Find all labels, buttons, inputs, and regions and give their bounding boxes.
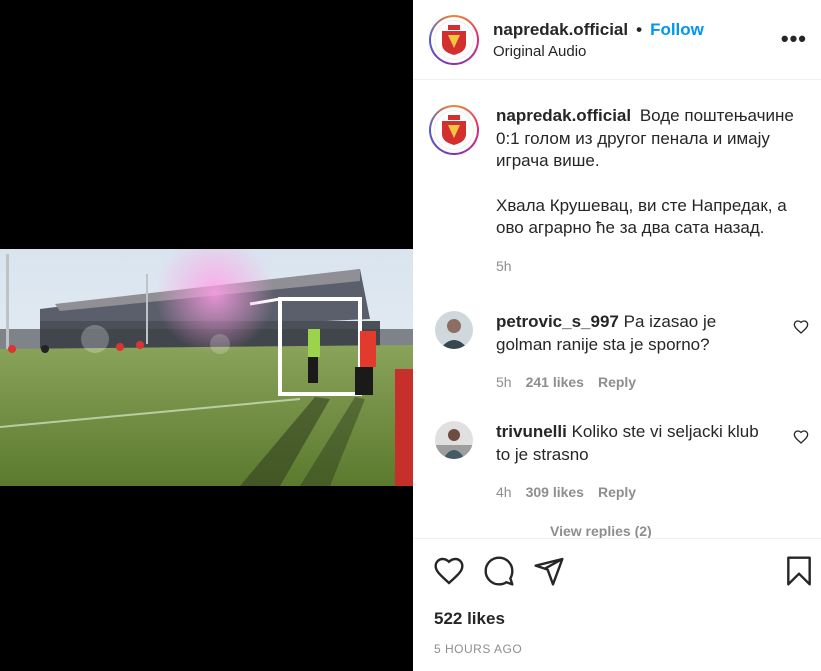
- reply-button[interactable]: Reply: [598, 371, 636, 394]
- like-comment-icon[interactable]: [793, 319, 809, 335]
- comment-time[interactable]: 4h: [496, 481, 512, 504]
- comment-likes[interactable]: 241 likes: [526, 371, 584, 394]
- comment-username[interactable]: trivunelli: [496, 422, 567, 441]
- like-comment-icon[interactable]: [793, 429, 809, 445]
- separator-dot: •: [636, 19, 643, 39]
- post-actions: 522 likes 5 HOURS AGO: [413, 538, 821, 671]
- caption-text-2: Хвала Крушевац, ви сте Напредак, а ово а…: [496, 195, 787, 238]
- post-header: napredak.official • Follow Original Audi…: [413, 0, 821, 80]
- club-crest-icon: [442, 24, 466, 55]
- comment-likes[interactable]: 309 likes: [526, 481, 584, 504]
- comment-icon[interactable]: [483, 555, 515, 587]
- comment-time[interactable]: 5h: [496, 371, 512, 394]
- video-frame[interactable]: [0, 249, 413, 486]
- account-avatar[interactable]: [429, 14, 479, 65]
- more-options-icon[interactable]: •••: [781, 26, 807, 52]
- comment-username[interactable]: petrovic_s_997: [496, 312, 619, 331]
- caption: napredak.official Воде поштењачине 0:1 г…: [429, 105, 809, 277]
- comment-item: trivunelli Koliko ste vi seljacki klub t…: [435, 421, 815, 504]
- post-time[interactable]: 5 HOURS AGO: [434, 642, 522, 656]
- view-replies-button[interactable]: View replies (2): [550, 523, 652, 538]
- comment-item: petrovic_s_997 Pa izasao je golman ranij…: [435, 311, 815, 394]
- like-icon[interactable]: [433, 555, 465, 587]
- reply-button[interactable]: Reply: [598, 481, 636, 504]
- post-panel: napredak.official • Follow Original Audi…: [413, 0, 821, 671]
- caption-username[interactable]: napredak.official: [496, 106, 631, 125]
- commenter-avatar[interactable]: [435, 421, 473, 459]
- commenter-avatar[interactable]: [435, 311, 473, 349]
- club-crest-icon: [442, 115, 466, 145]
- save-icon[interactable]: [783, 555, 815, 587]
- likes-count[interactable]: 522 likes: [434, 609, 505, 629]
- caption-avatar[interactable]: [429, 105, 479, 155]
- audio-label[interactable]: Original Audio: [493, 43, 704, 60]
- header-username[interactable]: napredak.official: [493, 20, 628, 40]
- follow-button[interactable]: Follow: [650, 20, 704, 40]
- share-icon[interactable]: [533, 555, 565, 587]
- caption-time[interactable]: 5h: [496, 255, 512, 278]
- match-scene-image: [0, 249, 413, 486]
- video-player[interactable]: [0, 0, 413, 671]
- comments-section[interactable]: napredak.official Воде поштењачине 0:1 г…: [413, 81, 821, 538]
